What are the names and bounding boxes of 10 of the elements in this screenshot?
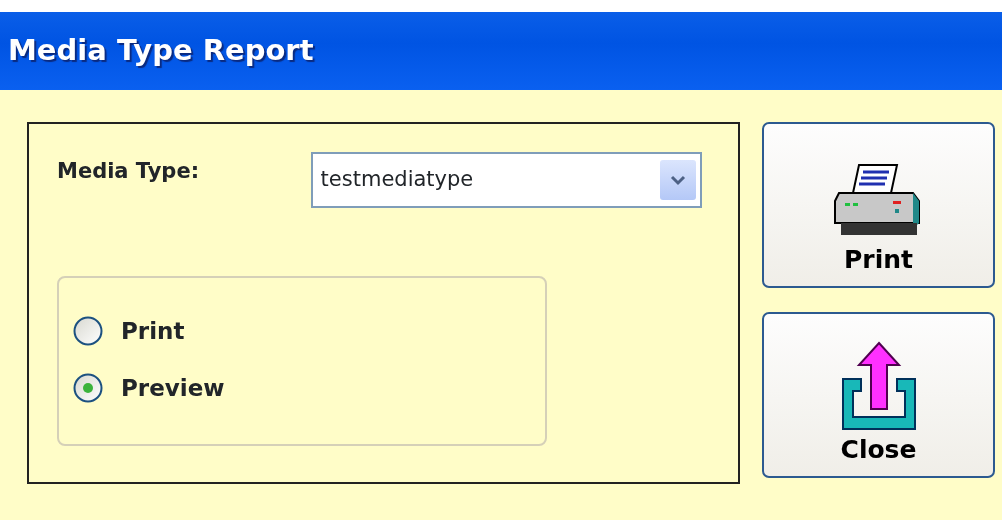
option-label: Print	[121, 317, 185, 346]
option-label: Preview	[121, 373, 225, 403]
close-button[interactable]: Close	[762, 312, 995, 478]
radio-button[interactable]	[73, 316, 103, 347]
field-label: Media Type:	[57, 158, 201, 185]
print-button[interactable]: Print	[762, 122, 995, 288]
media-type-dropdown[interactable]: testmediatype	[310, 152, 702, 208]
window-title: Media Type Report	[0, 12, 1002, 90]
radio-button[interactable]	[73, 372, 103, 403]
chevron-down-icon	[670, 174, 686, 186]
